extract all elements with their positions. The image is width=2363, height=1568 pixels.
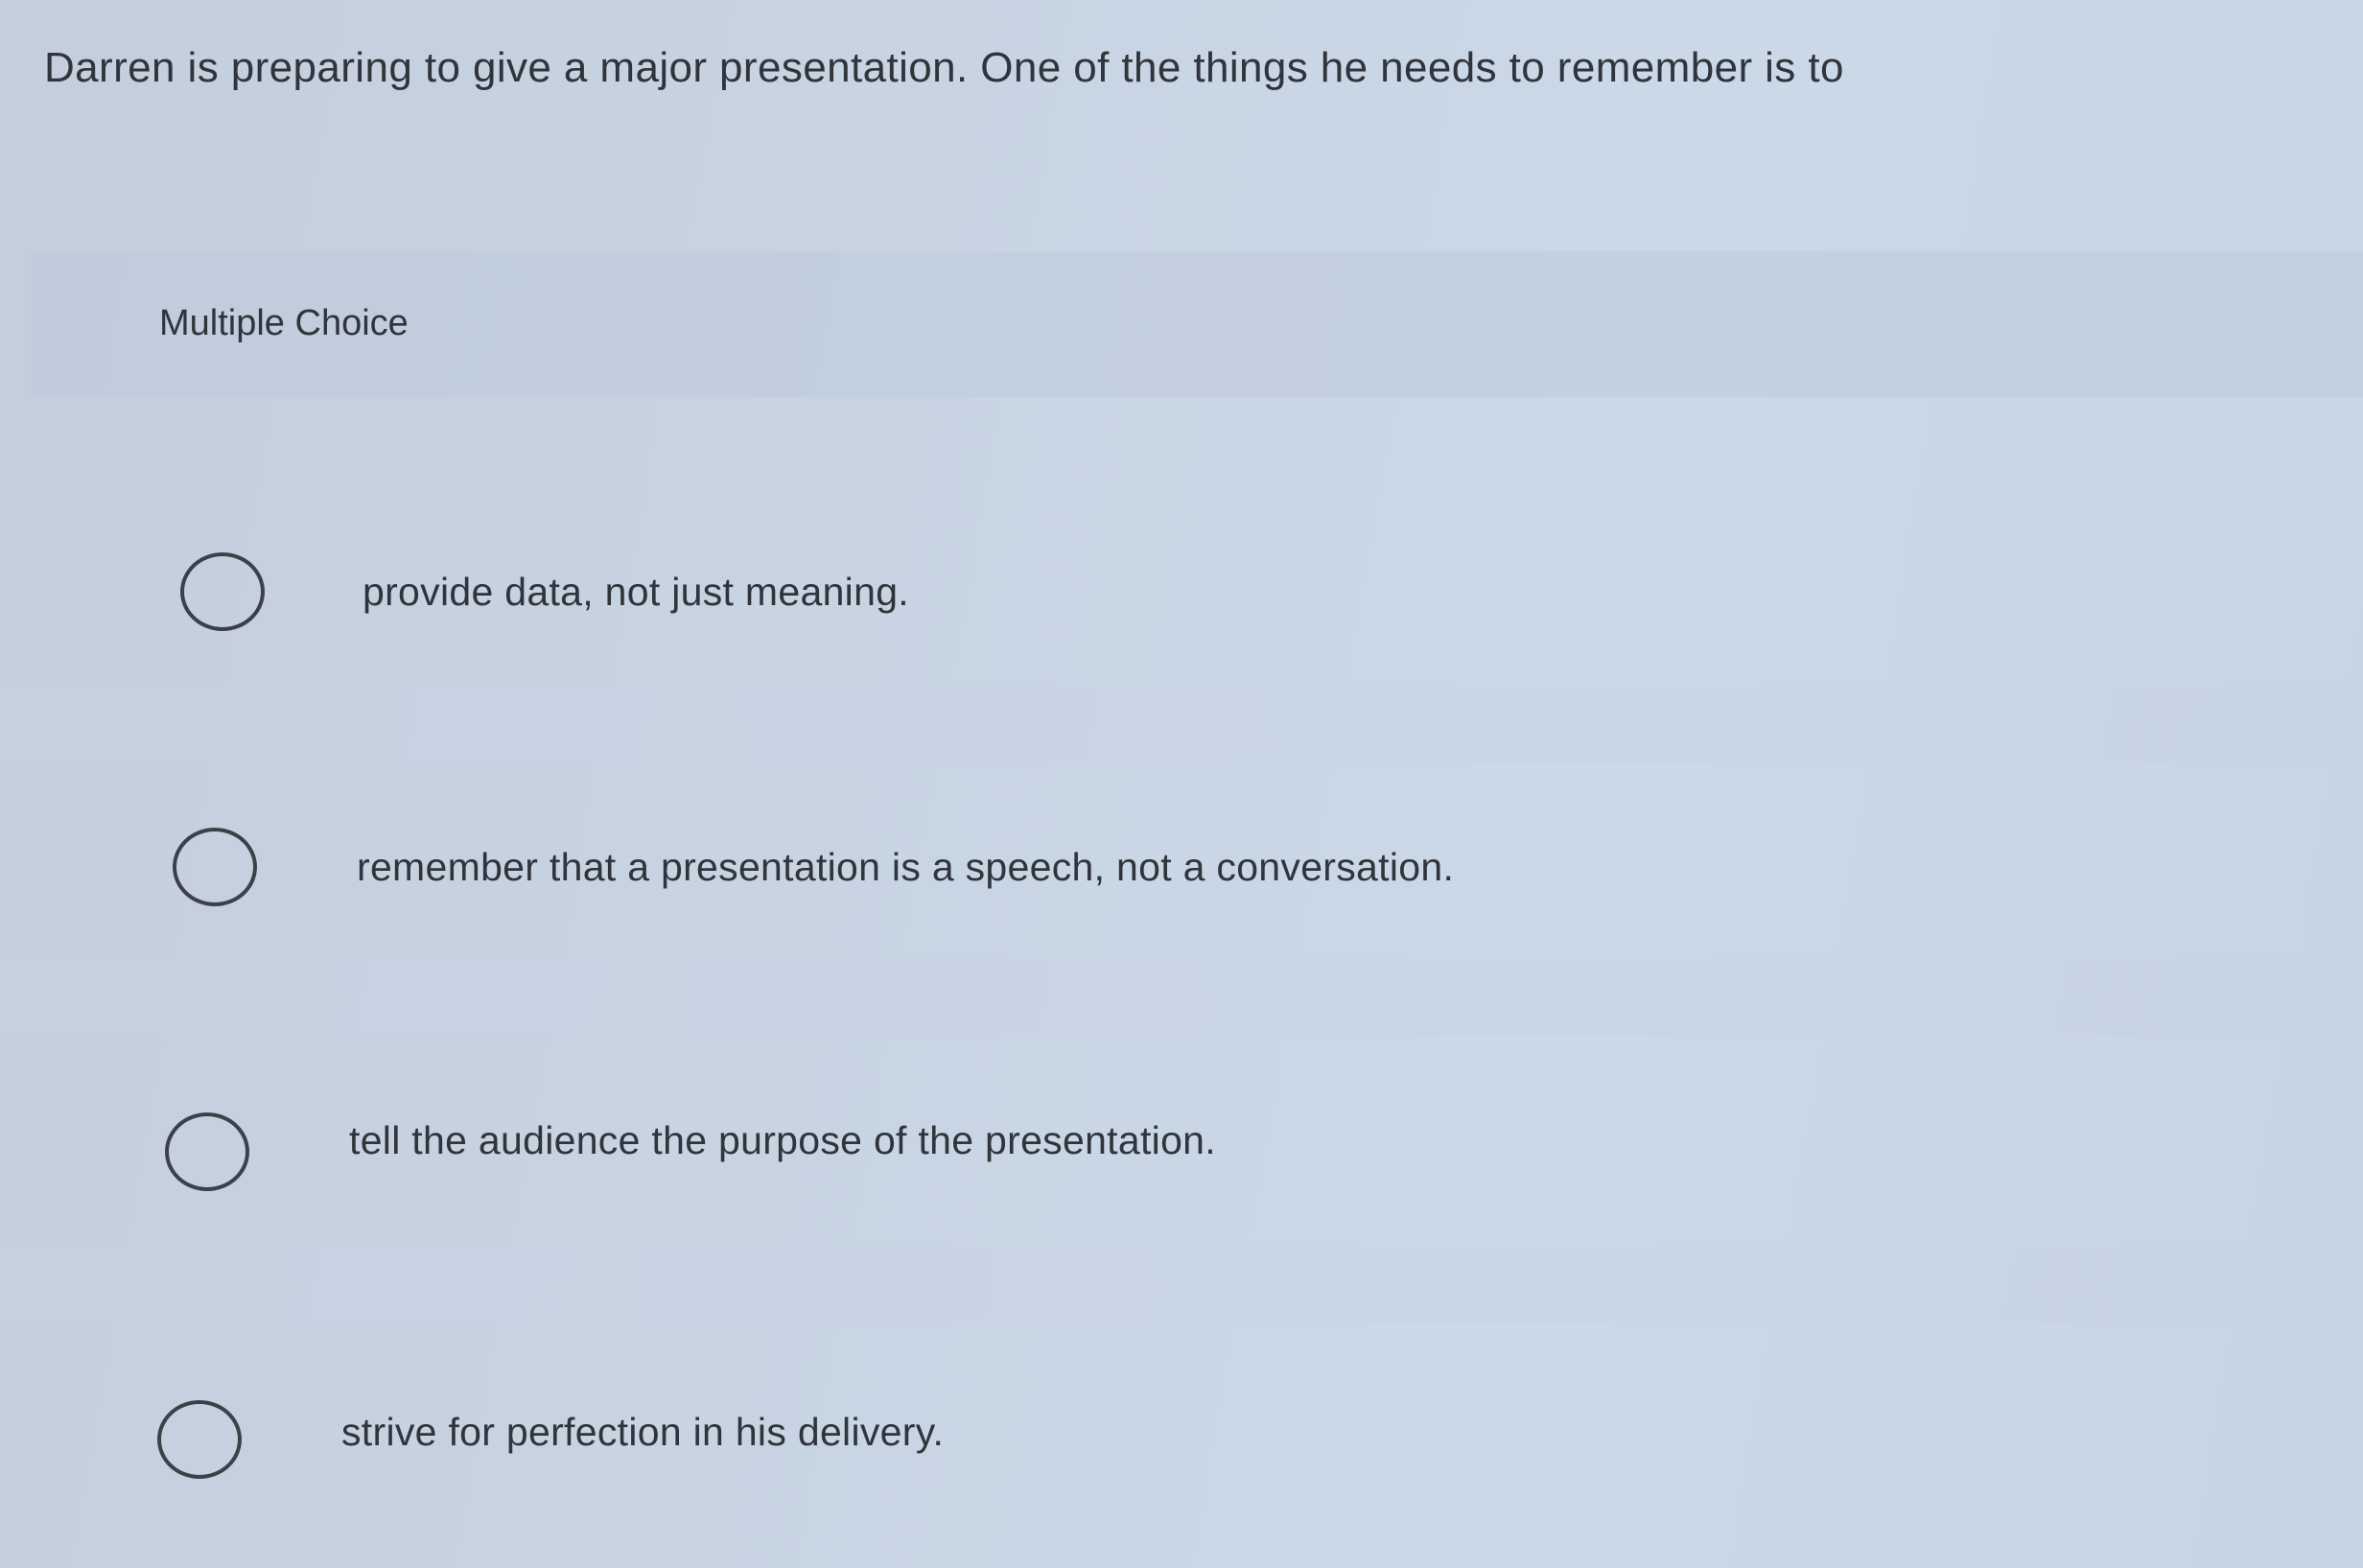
question-prompt: Darren is preparing to give a major pres… <box>44 44 1844 91</box>
radio-button[interactable] <box>173 828 257 906</box>
option-divider <box>0 687 2363 763</box>
answer-option[interactable]: tell the audience the purpose of the pre… <box>0 1055 2363 1247</box>
radio-button[interactable] <box>165 1112 249 1191</box>
question-type-label: Multiple Choice <box>159 303 409 343</box>
answer-option-label: tell the audience the purpose of the pre… <box>349 1118 1216 1162</box>
answer-option[interactable]: strive for perfection in his delivery. <box>0 1343 2363 1534</box>
answer-option[interactable]: provide data, not just meaning. <box>0 499 2363 690</box>
option-divider <box>0 959 2363 1036</box>
radio-button[interactable] <box>157 1400 242 1479</box>
answer-option-label: remember that a presentation is a speech… <box>357 845 1455 889</box>
radio-button[interactable] <box>180 552 265 631</box>
answer-option-label: strive for perfection in his delivery. <box>341 1410 945 1454</box>
answer-option[interactable]: remember that a presentation is a speech… <box>0 772 2363 964</box>
answer-option-label: provide data, not just meaning. <box>363 570 909 614</box>
quiz-page: Darren is preparing to give a major pres… <box>0 0 2363 1568</box>
option-divider <box>0 1247 2363 1323</box>
